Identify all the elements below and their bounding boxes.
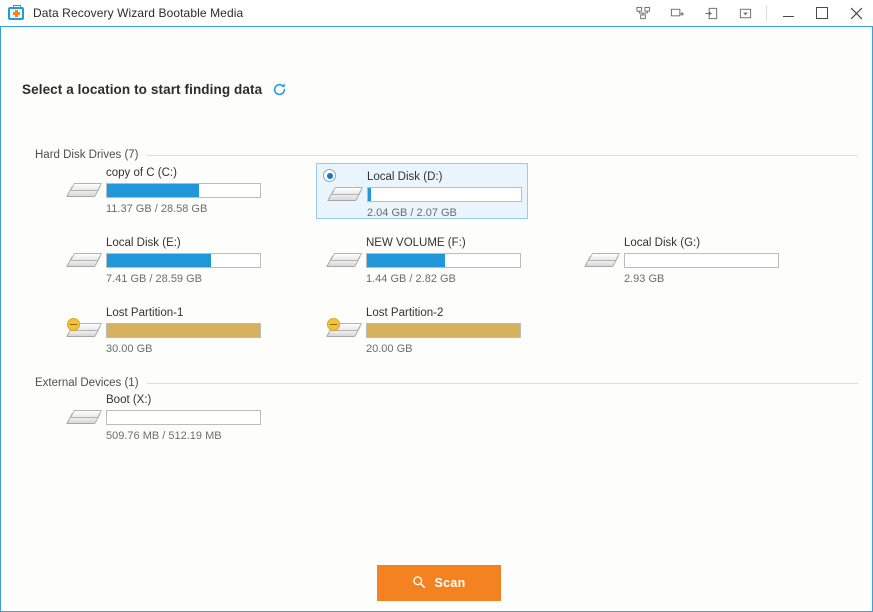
disk-drive-icon	[584, 249, 618, 273]
drive-size: 30.00 GB	[106, 343, 268, 355]
disk-drive-icon	[66, 319, 100, 343]
drive-size: 20.00 GB	[366, 343, 528, 355]
drive-usage-bar	[367, 187, 522, 202]
network-icon[interactable]	[626, 0, 660, 26]
section-divider	[147, 383, 858, 384]
section-divider	[147, 155, 858, 156]
drive-size: 11.37 GB / 28.58 GB	[106, 203, 268, 215]
drive-name: Lost Partition-1	[106, 307, 268, 319]
drive-tile[interactable]: Local Disk (E:) 7.41 GB / 28.59 GB	[56, 233, 268, 289]
drive-usage-bar	[366, 323, 521, 338]
dropdown-icon[interactable]	[728, 0, 762, 26]
drive-tile[interactable]: copy of C (C:) 11.37 GB / 28.58 GB	[56, 163, 268, 219]
content-area: Select a location to start finding data …	[0, 26, 873, 612]
drive-name: Local Disk (E:)	[106, 237, 268, 249]
scan-button-label: Scan	[434, 576, 465, 590]
disk-drive-icon	[326, 319, 360, 343]
section-header-external-devices: External Devices (1)	[35, 377, 858, 389]
drive-name: copy of C (C:)	[106, 167, 268, 179]
lost-partition-badge-icon	[67, 318, 80, 331]
drive-size: 2.93 GB	[624, 273, 786, 285]
drive-usage-bar	[106, 410, 261, 425]
disk-drive-icon	[327, 183, 361, 207]
scan-button[interactable]: Scan	[377, 565, 501, 601]
disk-drive-icon	[66, 249, 100, 273]
drive-name: Local Disk (G:)	[624, 237, 786, 249]
drive-usage-bar	[366, 253, 521, 268]
titlebar-divider	[766, 5, 767, 21]
title-bar: Data Recovery Wizard Bootable Media	[0, 0, 873, 26]
drive-name: Lost Partition-2	[366, 307, 528, 319]
drive-usage-bar	[106, 253, 261, 268]
drive-tile[interactable]: Lost Partition-2 20.00 GB	[316, 303, 528, 359]
close-button[interactable]	[839, 0, 873, 26]
lost-partition-badge-icon	[327, 318, 340, 331]
export-icon[interactable]	[660, 0, 694, 26]
drive-tile[interactable]: Local Disk (D:) 2.04 GB / 2.07 GB	[316, 163, 528, 219]
drive-usage-bar	[106, 323, 261, 338]
section-header-hard-disk-drives: Hard Disk Drives (7)	[35, 149, 858, 161]
window-title: Data Recovery Wizard Bootable Media	[33, 6, 243, 20]
drive-name: NEW VOLUME (F:)	[366, 237, 528, 249]
refresh-icon[interactable]	[272, 82, 287, 97]
drive-name: Local Disk (D:)	[367, 171, 527, 183]
drive-tile[interactable]: NEW VOLUME (F:) 1.44 GB / 2.82 GB	[316, 233, 528, 289]
titlebar-actions	[626, 0, 873, 26]
drive-usage-bar	[106, 183, 261, 198]
drive-size: 509.76 MB / 512.19 MB	[106, 430, 268, 442]
drive-tile[interactable]: Boot (X:) 509.76 MB / 512.19 MB	[56, 390, 268, 446]
section-label: External Devices (1)	[35, 377, 139, 389]
minimize-button[interactable]	[771, 0, 805, 26]
drive-name: Boot (X:)	[106, 394, 268, 406]
drive-size: 1.44 GB / 2.82 GB	[366, 273, 528, 285]
maximize-button[interactable]	[805, 0, 839, 26]
disk-drive-icon	[66, 179, 100, 203]
page-title-row: Select a location to start finding data	[22, 82, 287, 97]
drive-radio-selected[interactable]	[323, 169, 336, 182]
rescue-kit-icon	[8, 5, 24, 21]
drive-usage-bar	[624, 253, 779, 268]
drive-size: 7.41 GB / 28.59 GB	[106, 273, 268, 285]
drive-tile[interactable]: Lost Partition-1 30.00 GB	[56, 303, 268, 359]
page-title: Select a location to start finding data	[22, 82, 262, 97]
disk-drive-icon	[326, 249, 360, 273]
section-label: Hard Disk Drives (7)	[35, 149, 139, 161]
import-icon[interactable]	[694, 0, 728, 26]
drive-tile[interactable]: Local Disk (G:) 2.93 GB	[574, 233, 786, 289]
disk-drive-icon	[66, 406, 100, 430]
search-icon	[412, 575, 426, 592]
drive-size: 2.04 GB / 2.07 GB	[367, 207, 527, 219]
app-window: Data Recovery Wizard Bootable Media	[0, 0, 873, 612]
